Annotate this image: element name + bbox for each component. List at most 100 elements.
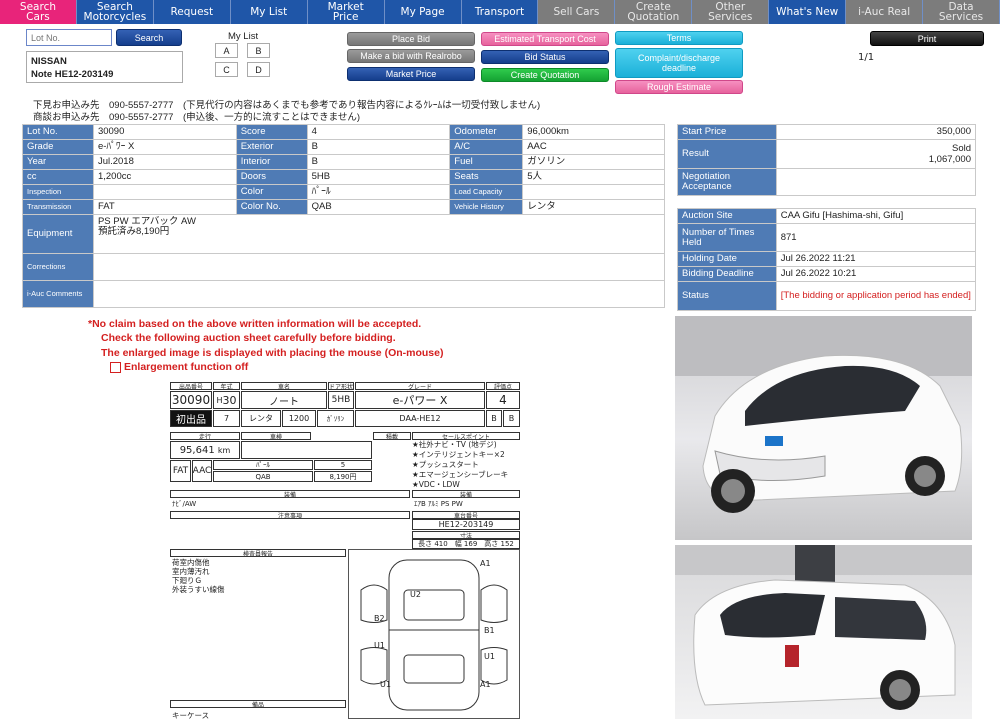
status-label: Status — [677, 281, 777, 311]
sheet-feature-item: ★エマージェンシーブレーキ — [412, 470, 509, 479]
color-label: Color — [235, 184, 308, 200]
sheet-cc: 1200 — [282, 410, 316, 427]
search-button[interactable]: Search — [116, 29, 182, 46]
sheet-features: ★社外ナビ・TV (地デジ) ★インテリジェントキー×2 ★プッシュスタート ★エマー… — [412, 440, 520, 490]
sheet-type: DAA-HE12 — [355, 410, 485, 427]
nav-create-quotation[interactable]: Create Quotation — [615, 0, 693, 24]
times-held-label: Number of Times Held — [677, 223, 777, 252]
start-price-label: Start Price — [677, 124, 777, 140]
sheet-note-item: 外装うすい線傷 — [172, 585, 225, 594]
fuel-label: Fuel — [449, 154, 524, 170]
main-nav: Search Cars Search Motorcycles Request My L… — [0, 0, 1000, 24]
sheet-point-head: セールスポイント — [412, 432, 520, 440]
sheet-dims: 長さ 410 幅 169 高さ 152 — [412, 539, 520, 549]
sheet-mileage-unit: km — [217, 445, 231, 455]
nav-transport[interactable]: Transport — [462, 0, 539, 24]
auction-table: Auction Site CAA Gifu [Hashima-shi, Gifu]… — [677, 208, 977, 311]
auction-site-label: Auction Site — [677, 208, 777, 224]
fuel-value: ガソリン — [522, 154, 665, 170]
nav-request[interactable]: Request — [154, 0, 231, 24]
place-bid-button[interactable]: Place Bid — [347, 32, 475, 46]
score-label: Score — [235, 124, 308, 140]
status-value: [The bidding or application period has e… — [775, 281, 977, 311]
mylist-c-button[interactable]: C — [215, 62, 238, 77]
result-label: Result — [677, 139, 777, 169]
mylist-b-button[interactable]: B — [247, 43, 270, 58]
sheet-mark-a1-top: A1 — [480, 559, 491, 568]
car-front-icon — [675, 316, 972, 513]
car-photo-front[interactable] — [675, 316, 972, 540]
market-price-button[interactable]: Market Price — [347, 67, 475, 81]
complaint-deadline-button[interactable]: Complaint/discharge deadline — [615, 48, 743, 78]
transport-cost-button[interactable]: Estimated Transport Cost — [481, 32, 609, 46]
car-photo-rear[interactable] — [675, 545, 972, 719]
sheet-feature-item: ★社外ナビ・TV (地デジ) — [412, 440, 497, 449]
car-summary: NISSAN Note HE12-203149 — [26, 51, 183, 83]
create-quotation-button[interactable]: Create Quotation — [481, 68, 609, 82]
sheet-spare-head: 備品 — [170, 700, 346, 708]
transmission-label: Transmission — [22, 199, 94, 215]
color-value: ﾊﾟｰﾙ — [306, 184, 451, 200]
sheet-lot: 30090 — [170, 391, 212, 409]
sheet-capacity-head: 積載 — [373, 432, 411, 440]
nav-my-list[interactable]: My List — [231, 0, 308, 24]
holding-date-value: Jul 26.2022 11:21 — [775, 251, 977, 267]
sheet-ac: AAC — [192, 460, 212, 482]
inspection-label: Inspection — [22, 184, 94, 200]
sheet-mark-b1: B1 — [484, 626, 495, 635]
equipment-label: Equipment — [22, 214, 94, 254]
sheet-mileage-head: 走行 — [170, 432, 240, 440]
sheet-equip-left: ﾅﾋﾞ/AW — [172, 500, 197, 508]
bid-status-button[interactable]: Bid Status — [481, 50, 609, 64]
year-value: Jul.2018 — [92, 154, 237, 170]
sheet-notes: 荷室内傷他 室内薄汚れ 下廻りＧ 外装うすい線傷 — [172, 558, 225, 594]
exterior-value: B — [306, 139, 451, 155]
holding-date-label: Holding Date — [677, 251, 777, 267]
inspection-value — [92, 184, 237, 200]
sheet-first-reg: 初出品 — [170, 410, 212, 427]
enlargement-checkbox[interactable] — [110, 361, 121, 373]
sheet-mileage-value: 95,641 — [179, 444, 215, 456]
pagination: 1/1 — [858, 52, 875, 63]
nav-market-price[interactable]: Market Price — [308, 0, 385, 24]
nav-my-page[interactable]: My Page — [385, 0, 462, 24]
nav-other-services[interactable]: Other Services — [692, 0, 770, 24]
sheet-feature-item: ★VDC・LDW — [412, 480, 460, 489]
nav-sell-cars[interactable]: Sell Cars — [538, 0, 616, 24]
cc-value: 1,200cc — [92, 169, 237, 185]
odometer-label: Odometer — [449, 124, 524, 140]
auction-sheet-image[interactable]: 出品番号 年式 車名 ドア形状 グレード 評価点 30090 H 30 ノート 5… — [170, 382, 520, 720]
print-button[interactable]: Print — [870, 31, 984, 46]
realrobo-bid-button[interactable]: Make a bid with Realrobo — [347, 49, 475, 63]
terms-button[interactable]: Terms — [615, 31, 743, 45]
car-make: NISSAN — [31, 56, 67, 67]
color-no-label: Color No. — [235, 199, 308, 215]
sheet-chassis: HE12-203149 — [412, 519, 520, 530]
doors-value: 5HB — [306, 169, 451, 185]
rough-estimate-button[interactable]: Rough Estimate — [615, 80, 743, 94]
iauc-comments-value — [92, 280, 666, 308]
corrections-label: Corrections — [22, 253, 94, 281]
result-status: Sold — [951, 143, 971, 154]
no-claim-warning: *No claim based on the above written inf… — [88, 318, 422, 330]
seats-value: 5人 — [522, 169, 665, 185]
mylist-d-button[interactable]: D — [247, 62, 270, 77]
sheet-interior: B — [486, 410, 502, 427]
mylist-a-button[interactable]: A — [215, 43, 238, 58]
enlargement-toggle[interactable]: Enlargement function off — [110, 361, 248, 373]
sheet-equip2-head: 装備 — [412, 490, 520, 498]
sheet-doors: 5HB — [328, 391, 354, 409]
score-value: 4 — [306, 124, 451, 140]
negotiation-value — [775, 168, 977, 196]
nav-i-auc-real[interactable]: i-Auc Real — [846, 0, 924, 24]
check-sheet-warning: Check the following auction sheet carefu… — [101, 332, 396, 344]
nav-search-motorcycles[interactable]: Search Motorcycles — [77, 0, 154, 24]
nav-data-services[interactable]: Data Services — [923, 0, 1000, 24]
nav-search-cars[interactable]: Search Cars — [0, 0, 77, 24]
sheet-inspect-value — [241, 441, 372, 459]
sheet-score-head: 評価点 — [486, 382, 520, 390]
sheet-mark-b2: B2 — [374, 614, 385, 623]
lot-no-input[interactable] — [26, 29, 112, 46]
nav-what-s-new[interactable]: What's New — [769, 0, 847, 24]
sheet-color-code: QAB — [213, 471, 313, 482]
